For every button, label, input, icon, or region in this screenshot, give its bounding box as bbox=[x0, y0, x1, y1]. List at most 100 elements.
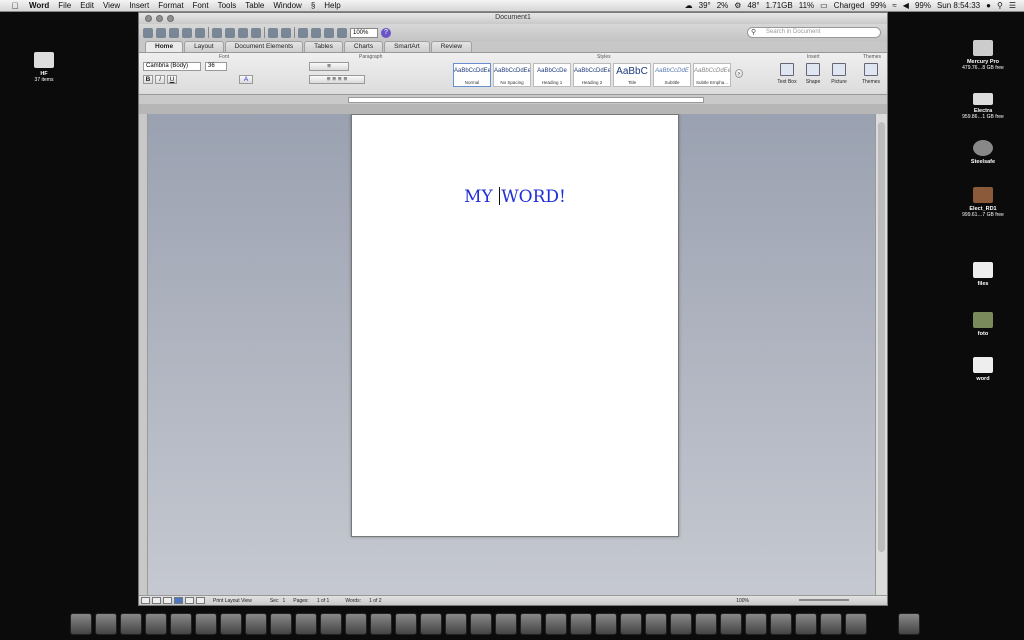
tab-smartart[interactable]: SmartArt bbox=[384, 41, 430, 52]
dock-app-icon[interactable] bbox=[595, 613, 617, 635]
tab-charts[interactable]: Charts bbox=[343, 41, 384, 52]
paste-icon[interactable] bbox=[238, 27, 248, 38]
style-subtitle[interactable]: AaBbCcDdE Subtitle bbox=[653, 63, 691, 87]
dock-app-icon[interactable] bbox=[670, 613, 692, 635]
full-screen-view-icon[interactable] bbox=[196, 597, 205, 604]
align-buttons[interactable]: ≡ ≡ ≡ ≡ bbox=[309, 75, 365, 84]
menu-edit[interactable]: Edit bbox=[80, 1, 94, 10]
font-color-button[interactable]: A bbox=[239, 75, 253, 84]
volume-icon[interactable]: ◀ bbox=[903, 1, 909, 10]
style-heading-2[interactable]: AaBbCcDdEe Heading 2 bbox=[573, 63, 611, 87]
dock-app-icon[interactable] bbox=[220, 613, 242, 635]
vertical-scrollbar[interactable] bbox=[875, 114, 887, 599]
menu-format[interactable]: Format bbox=[158, 1, 183, 10]
title-bar[interactable]: Document1 bbox=[139, 13, 887, 24]
dock-app-icon[interactable] bbox=[245, 613, 267, 635]
dock-app-icon[interactable] bbox=[445, 613, 467, 635]
new-document-icon[interactable] bbox=[143, 27, 153, 38]
gallery-icon[interactable] bbox=[324, 27, 334, 38]
dock-app-icon[interactable] bbox=[720, 613, 742, 635]
dock-app-icon[interactable] bbox=[320, 613, 342, 635]
menu-help[interactable]: Help bbox=[324, 1, 340, 10]
battery-state[interactable]: Charged bbox=[834, 1, 865, 10]
desktop-icon-word[interactable]: word bbox=[953, 357, 1013, 382]
redo-icon[interactable] bbox=[281, 27, 291, 38]
desktop-icon-hf[interactable]: HF 37 items bbox=[14, 52, 74, 83]
themes-button[interactable]: Themes bbox=[859, 63, 883, 85]
dock-app-icon[interactable] bbox=[345, 613, 367, 635]
dock-app-icon[interactable] bbox=[845, 613, 867, 635]
toolbox-icon[interactable] bbox=[337, 27, 347, 38]
trash-icon[interactable] bbox=[898, 613, 920, 635]
copy-icon[interactable] bbox=[225, 27, 235, 38]
font-size-field[interactable]: 36 bbox=[205, 62, 227, 71]
tab-layout[interactable]: Layout bbox=[184, 41, 224, 52]
dock-app-icon[interactable] bbox=[145, 613, 167, 635]
menu-window[interactable]: Window bbox=[273, 1, 301, 10]
dock-app-icon[interactable] bbox=[195, 613, 217, 635]
insert-picture[interactable]: Picture bbox=[827, 63, 851, 85]
desktop-icon-mercury-pro[interactable]: Mercury Pro 479.76…8 GB free bbox=[953, 40, 1013, 71]
desktop-icon-elect-rd1[interactable]: Elect_RD1 999.61…7 GB free bbox=[953, 187, 1013, 218]
tab-home[interactable]: Home bbox=[145, 41, 184, 52]
style-no-spacing[interactable]: AaBbCcDdEe No Spacing bbox=[493, 63, 531, 87]
spotlight-icon[interactable]: ⚲ bbox=[997, 1, 1003, 10]
style-subtle-emphasis[interactable]: AaBbCcDdEe Subtle Empha... bbox=[693, 63, 731, 87]
save-icon[interactable] bbox=[182, 27, 192, 38]
dock-app-icon[interactable] bbox=[570, 613, 592, 635]
script-menu-icon[interactable]: § bbox=[311, 1, 315, 10]
format-painter-icon[interactable] bbox=[251, 27, 261, 38]
print-icon[interactable] bbox=[195, 27, 205, 38]
dock-app-icon[interactable] bbox=[270, 613, 292, 635]
dock-app-icon[interactable] bbox=[70, 613, 92, 635]
dock-app-icon[interactable] bbox=[495, 613, 517, 635]
publishing-view-icon[interactable] bbox=[163, 597, 172, 604]
notebook-view-icon[interactable] bbox=[185, 597, 194, 604]
bold-button[interactable]: B bbox=[143, 75, 153, 84]
style-heading-1[interactable]: AaBbCcDe Heading 1 bbox=[533, 63, 571, 87]
underline-button[interactable]: U bbox=[167, 75, 177, 84]
open-icon[interactable] bbox=[169, 27, 179, 38]
zoom-slider[interactable] bbox=[799, 599, 849, 601]
volume-level[interactable]: 99% bbox=[915, 1, 931, 10]
dock-app-icon[interactable] bbox=[545, 613, 567, 635]
menu-file[interactable]: File bbox=[58, 1, 71, 10]
draft-view-icon[interactable] bbox=[141, 597, 150, 604]
wifi-icon[interactable]: ≈ bbox=[892, 1, 896, 10]
font-name-field[interactable]: Cambria (Body) bbox=[143, 62, 201, 71]
user-icon[interactable]: ● bbox=[986, 1, 991, 10]
document-canvas[interactable]: MY WORD! bbox=[139, 114, 877, 599]
dock-app-icon[interactable] bbox=[170, 613, 192, 635]
cpu-usage[interactable]: 2% bbox=[717, 1, 729, 10]
print-layout-view-icon[interactable] bbox=[174, 597, 183, 604]
zoom-select[interactable]: 100% bbox=[350, 27, 378, 38]
scrollbar-thumb[interactable] bbox=[878, 122, 885, 552]
bullets-button[interactable]: ≡ bbox=[309, 62, 349, 71]
pilcrow-icon[interactable] bbox=[298, 27, 308, 38]
apple-menu-icon[interactable]:  bbox=[10, 1, 20, 11]
undo-icon[interactable] bbox=[268, 27, 278, 38]
desktop-icon-electra[interactable]: Electra 959.86…1 GB free bbox=[953, 93, 1013, 120]
list-icon[interactable]: ☰ bbox=[1009, 1, 1016, 10]
dock-app-icon[interactable] bbox=[395, 613, 417, 635]
vertical-ruler[interactable] bbox=[139, 114, 148, 599]
outline-view-icon[interactable] bbox=[152, 597, 161, 604]
sidebar-icon[interactable] bbox=[311, 27, 321, 38]
temperature[interactable]: 39° bbox=[699, 1, 711, 10]
search-input[interactable]: ⚲ Search in Document bbox=[747, 27, 881, 38]
dock-app-icon[interactable] bbox=[370, 613, 392, 635]
dock-app-icon[interactable] bbox=[295, 613, 317, 635]
menu-app[interactable]: Word bbox=[29, 1, 49, 10]
menu-insert[interactable]: Insert bbox=[129, 1, 149, 10]
style-normal[interactable]: AaBbCcDdEe Normal bbox=[453, 63, 491, 87]
battery-icon[interactable]: ▭ bbox=[820, 1, 828, 10]
dock-app-icon[interactable] bbox=[645, 613, 667, 635]
style-title[interactable]: AaBbC Title bbox=[613, 63, 651, 87]
desktop-icon-foto[interactable]: foto bbox=[953, 312, 1013, 337]
templates-icon[interactable] bbox=[156, 27, 166, 38]
insert-shape[interactable]: Shape bbox=[801, 63, 825, 85]
dock-app-icon[interactable] bbox=[745, 613, 767, 635]
dock-app-icon[interactable] bbox=[620, 613, 642, 635]
battery-level[interactable]: 99% bbox=[870, 1, 886, 10]
dock-app-icon[interactable] bbox=[795, 613, 817, 635]
